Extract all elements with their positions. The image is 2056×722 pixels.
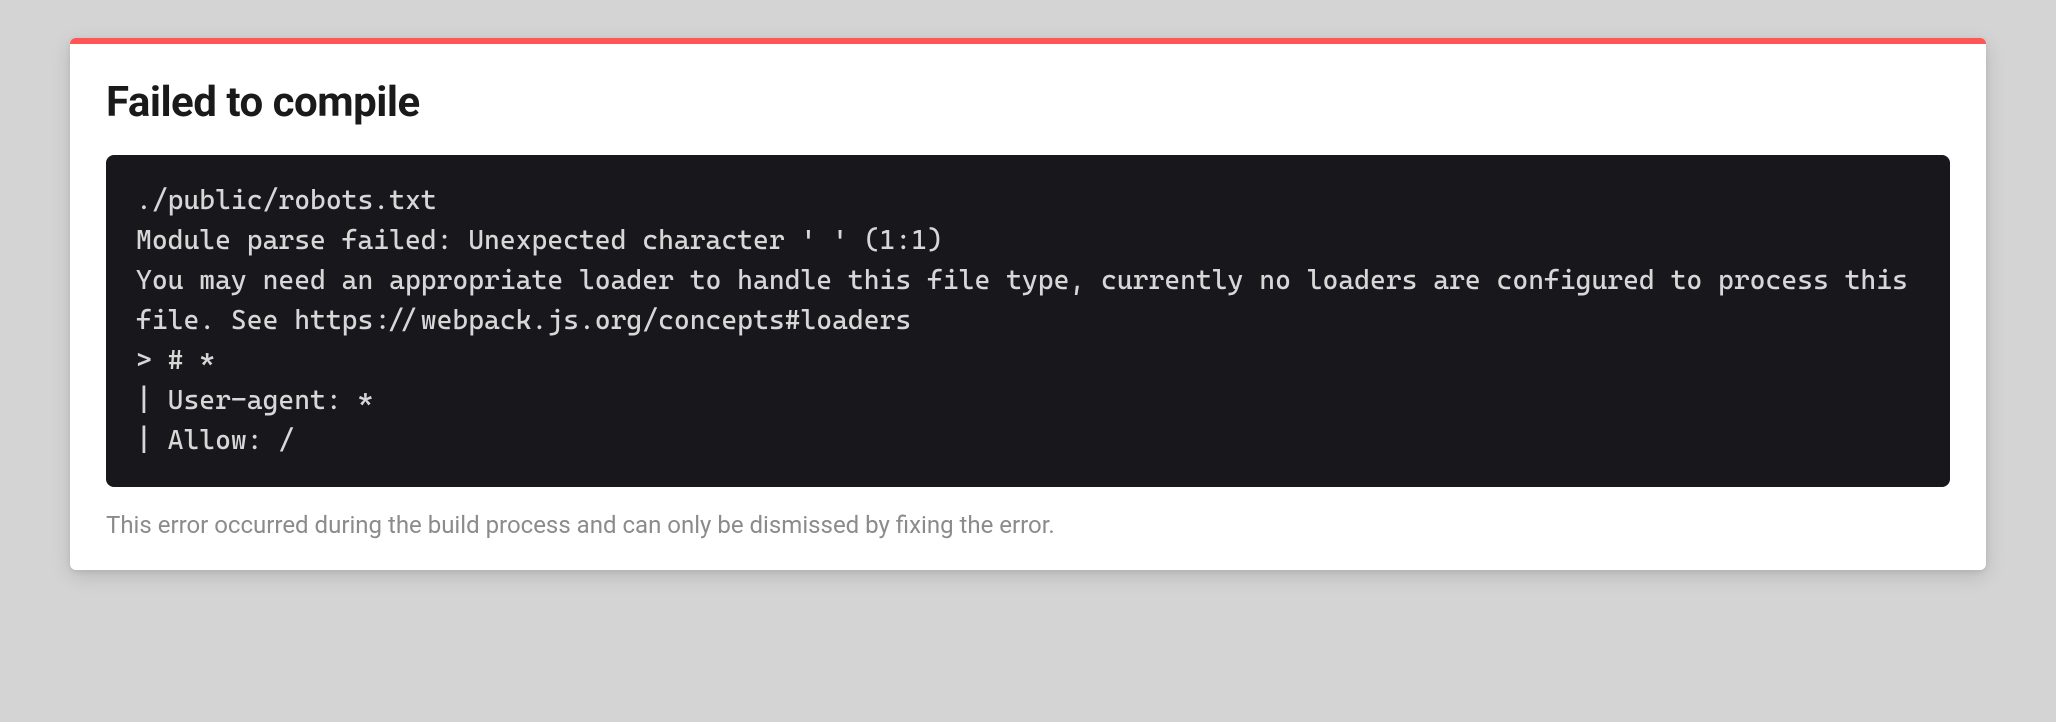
error-overlay-card: Failed to compile ./public/robots.txt Mo… — [70, 38, 1986, 570]
error-title: Failed to compile — [106, 78, 1950, 127]
error-card-body: Failed to compile ./public/robots.txt Mo… — [70, 44, 1986, 570]
error-message-code: ./public/robots.txt Module parse failed:… — [106, 155, 1950, 487]
error-footer-note: This error occurred during the build pro… — [106, 509, 1950, 543]
